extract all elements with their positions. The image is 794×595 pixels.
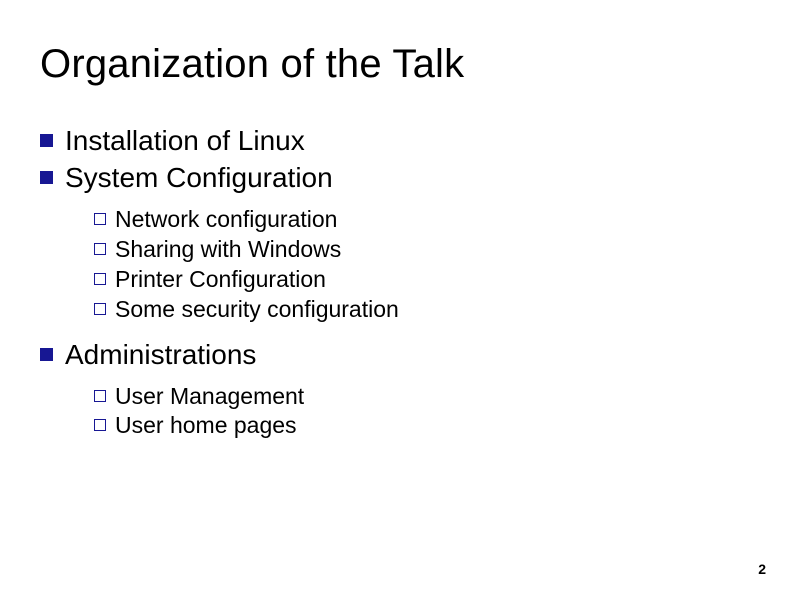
list-item: User Management: [94, 382, 754, 412]
slide-title: Organization of the Talk: [40, 42, 754, 87]
list-item-label: Network configuration: [115, 205, 337, 235]
list-item-label: User home pages: [115, 411, 297, 441]
hollow-square-bullet-icon: [94, 419, 106, 431]
hollow-square-bullet-icon: [94, 390, 106, 402]
sub-bullet-list: Network configuration Sharing with Windo…: [94, 205, 754, 325]
sub-bullet-list: User Management User home pages: [94, 382, 754, 442]
page-number: 2: [758, 561, 766, 577]
bullet-list: Administrations: [40, 337, 754, 372]
list-item: Some security configuration: [94, 295, 754, 325]
list-item: System Configuration: [40, 160, 754, 195]
list-item-label: User Management: [115, 382, 304, 412]
list-item: Sharing with Windows: [94, 235, 754, 265]
list-item-label: System Configuration: [65, 160, 333, 195]
list-item: User home pages: [94, 411, 754, 441]
hollow-square-bullet-icon: [94, 273, 106, 285]
list-item-label: Printer Configuration: [115, 265, 326, 295]
list-item: Installation of Linux: [40, 123, 754, 158]
list-item: Administrations: [40, 337, 754, 372]
hollow-square-bullet-icon: [94, 213, 106, 225]
list-item-label: Administrations: [65, 337, 256, 372]
list-item: Network configuration: [94, 205, 754, 235]
list-item: Printer Configuration: [94, 265, 754, 295]
list-item-label: Some security configuration: [115, 295, 399, 325]
square-bullet-icon: [40, 171, 53, 184]
bullet-list: Installation of Linux System Configurati…: [40, 123, 754, 195]
list-item-label: Installation of Linux: [65, 123, 305, 158]
hollow-square-bullet-icon: [94, 243, 106, 255]
hollow-square-bullet-icon: [94, 303, 106, 315]
list-item-label: Sharing with Windows: [115, 235, 341, 265]
square-bullet-icon: [40, 134, 53, 147]
square-bullet-icon: [40, 348, 53, 361]
